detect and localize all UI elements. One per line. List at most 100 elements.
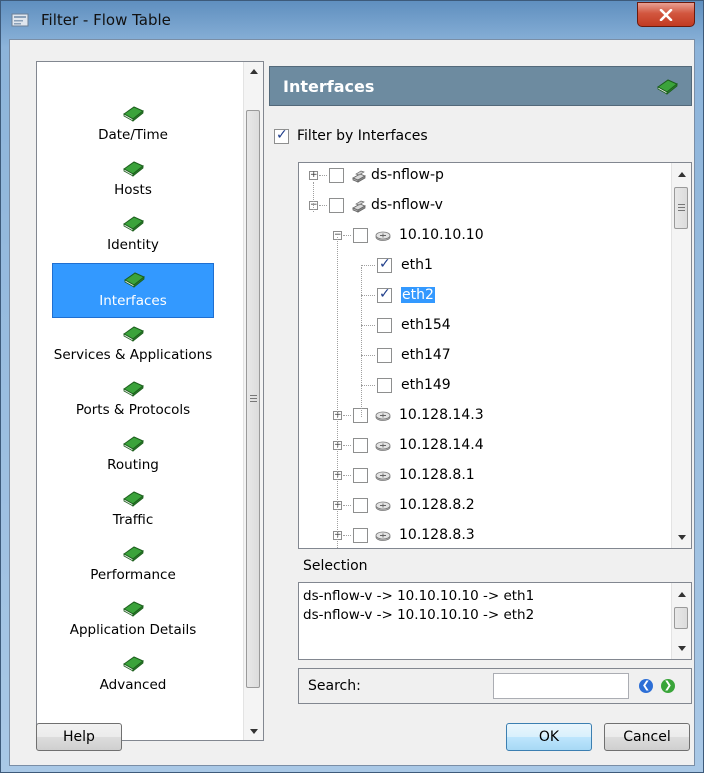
tree-node-checkbox[interactable] bbox=[353, 438, 368, 453]
nav-item-identity[interactable]: Identity bbox=[52, 208, 214, 263]
dialog-client-area: Date/Time Hosts Identity Interfaces Serv… bbox=[9, 39, 695, 766]
book-icon bbox=[123, 601, 144, 617]
book-icon bbox=[123, 161, 144, 177]
search-previous-icon[interactable]: ❮ bbox=[639, 679, 653, 693]
nav-item-label: Performance bbox=[90, 567, 176, 583]
help-button[interactable]: Help bbox=[36, 723, 122, 751]
nav-item-label: Application Details bbox=[69, 622, 197, 638]
tree-node[interactable]: + 10.128.8.3 bbox=[299, 526, 659, 548]
tree-node[interactable]: − 10.10.10.10 bbox=[299, 226, 659, 248]
selection-scroll-thumb[interactable] bbox=[674, 607, 688, 629]
arrow-down-icon bbox=[677, 645, 686, 651]
close-icon bbox=[659, 8, 673, 21]
device-icon bbox=[352, 200, 366, 213]
tree-node-label: eth149 bbox=[401, 377, 451, 393]
nav-item-performance[interactable]: Performance bbox=[52, 538, 214, 593]
nav-item-advanced[interactable]: Advanced bbox=[52, 648, 214, 703]
tree-scrollbar[interactable] bbox=[671, 163, 691, 548]
tree-node[interactable]: + 10.128.8.1 bbox=[299, 466, 659, 488]
filter-by-interfaces-label: Filter by Interfaces bbox=[297, 128, 428, 144]
tree-node-checkbox[interactable] bbox=[353, 528, 368, 543]
selection-scrollbar[interactable] bbox=[671, 583, 691, 659]
nav-item-hosts[interactable]: Hosts bbox=[52, 153, 214, 208]
tree-node[interactable]: eth147 bbox=[299, 346, 659, 368]
nav-item-label: Interfaces bbox=[99, 293, 167, 309]
title-bar[interactable]: Filter - Flow Table bbox=[1, 1, 703, 39]
book-icon bbox=[123, 106, 144, 122]
expand-icon[interactable]: + bbox=[309, 171, 318, 180]
scroll-thumb[interactable] bbox=[246, 110, 260, 688]
search-bar: Search: ❮ ❯ bbox=[298, 668, 692, 704]
selection-list[interactable]: ds-nflow-v -> 10.10.10.10 -> eth1 ds-nfl… bbox=[298, 582, 692, 660]
tree-scroll-thumb[interactable] bbox=[674, 187, 688, 229]
tree-node-label: 10.128.8.2 bbox=[399, 497, 475, 513]
nav-item-label: Services & Applications bbox=[53, 347, 213, 363]
scroll-up-arrow[interactable] bbox=[244, 62, 263, 80]
tree-node[interactable]: eth1 bbox=[299, 256, 659, 278]
router-icon bbox=[375, 231, 391, 241]
selection-scroll-down-arrow[interactable] bbox=[672, 639, 691, 657]
nav-item-traffic[interactable]: Traffic bbox=[52, 483, 214, 538]
cancel-button[interactable]: Cancel bbox=[604, 723, 690, 751]
selection-scroll-up-arrow[interactable] bbox=[672, 585, 691, 603]
filter-by-interfaces-checkbox[interactable] bbox=[274, 127, 289, 144]
book-icon bbox=[123, 216, 144, 232]
nav-item-label: Routing bbox=[107, 457, 159, 473]
nav-item-label: Identity bbox=[107, 237, 159, 253]
router-icon bbox=[375, 471, 391, 481]
tree-node-label: eth154 bbox=[401, 317, 451, 333]
tree-node[interactable]: − ds-nflow-v bbox=[299, 196, 659, 218]
category-list[interactable]: Date/Time Hosts Identity Interfaces Serv… bbox=[36, 61, 264, 741]
nav-item-label: Traffic bbox=[112, 512, 154, 528]
arrow-down-icon bbox=[677, 534, 686, 540]
tree-scroll-up-arrow[interactable] bbox=[672, 165, 691, 183]
category-scrollbar[interactable] bbox=[243, 62, 263, 740]
tree-node-label: 10.128.14.3 bbox=[399, 407, 484, 423]
tree-node-checkbox[interactable] bbox=[329, 198, 344, 213]
nav-item-services-applications[interactable]: Services & Applications bbox=[52, 318, 214, 373]
tree-node[interactable]: eth154 bbox=[299, 316, 659, 338]
book-icon bbox=[123, 326, 144, 342]
scroll-down-arrow[interactable] bbox=[244, 722, 263, 740]
tree-node-label: 10.128.8.3 bbox=[399, 527, 475, 543]
tree-node-checkbox[interactable] bbox=[377, 318, 392, 333]
tree-node[interactable]: eth2 bbox=[299, 286, 659, 308]
ok-button[interactable]: OK bbox=[506, 723, 592, 751]
tree-node-checkbox[interactable] bbox=[353, 468, 368, 483]
nav-item-label: Date/Time bbox=[98, 127, 168, 143]
tree-node-checkbox[interactable] bbox=[377, 348, 392, 363]
nav-item-application-details[interactable]: Application Details bbox=[52, 593, 214, 648]
tree-node[interactable]: eth149 bbox=[299, 376, 659, 398]
tree-scroll-down-arrow[interactable] bbox=[672, 528, 691, 546]
arrow-up-icon bbox=[677, 591, 686, 597]
tree-node[interactable]: + ds-nflow-p bbox=[299, 166, 659, 188]
nav-item-ports-protocols[interactable]: Ports & Protocols bbox=[52, 373, 214, 428]
tree-node[interactable]: + 10.128.8.2 bbox=[299, 496, 659, 518]
selection-line: ds-nflow-v -> 10.10.10.10 -> eth2 bbox=[303, 607, 535, 623]
tree-node-checkbox[interactable] bbox=[377, 256, 392, 273]
nav-item-routing[interactable]: Routing bbox=[52, 428, 214, 483]
tree-node[interactable]: + 10.128.14.4 bbox=[299, 436, 659, 458]
close-button[interactable] bbox=[637, 2, 695, 27]
router-icon bbox=[375, 441, 391, 451]
tree-node[interactable]: + 10.128.14.3 bbox=[299, 406, 659, 428]
search-input[interactable] bbox=[493, 673, 629, 699]
panel-header: Interfaces bbox=[269, 66, 692, 106]
router-icon bbox=[375, 411, 391, 421]
arrow-down-icon bbox=[249, 728, 258, 734]
selection-label: Selection bbox=[303, 558, 368, 574]
device-icon bbox=[352, 170, 366, 183]
nav-item-date-time[interactable]: Date/Time bbox=[52, 98, 214, 153]
nav-item-interfaces[interactable]: Interfaces bbox=[52, 263, 214, 318]
book-icon bbox=[123, 381, 144, 397]
tree-node-checkbox[interactable] bbox=[353, 228, 368, 243]
tree-node-label: 10.10.10.10 bbox=[399, 227, 484, 243]
interface-tree[interactable]: + ds-nflow-p − ds-nflow-v − 10.10.10.10 eth… bbox=[298, 162, 692, 549]
tree-node-checkbox[interactable] bbox=[377, 286, 392, 303]
tree-node-checkbox[interactable] bbox=[329, 168, 344, 183]
tree-node-checkbox[interactable] bbox=[377, 378, 392, 393]
book-icon bbox=[123, 491, 144, 507]
category-items: Date/Time Hosts Identity Interfaces Serv… bbox=[37, 62, 245, 740]
tree-node-checkbox[interactable] bbox=[353, 498, 368, 513]
search-next-icon[interactable]: ❯ bbox=[661, 679, 675, 693]
